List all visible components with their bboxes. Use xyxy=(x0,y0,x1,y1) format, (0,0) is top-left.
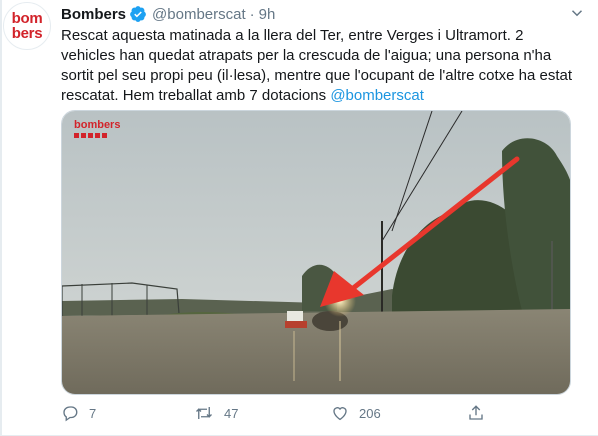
watermark-bar xyxy=(74,133,120,138)
retweet-count: 47 xyxy=(224,405,239,421)
reply-button[interactable]: 7 xyxy=(61,404,96,422)
header-separator: · xyxy=(249,5,255,23)
verified-badge-icon xyxy=(129,5,147,23)
reply-count: 7 xyxy=(89,405,97,421)
share-icon xyxy=(467,404,485,422)
tweet-photo[interactable]: bombers xyxy=(61,110,571,395)
tweet-body: Rescat aquesta matinada a la llera del T… xyxy=(61,27,573,104)
avatar[interactable]: bom bers xyxy=(3,2,51,50)
like-button[interactable]: 206 xyxy=(331,404,381,422)
heart-icon xyxy=(331,404,349,422)
retweet-button[interactable]: 47 xyxy=(194,404,238,422)
mention-link[interactable]: @bomberscat xyxy=(330,87,424,104)
avatar-logo-line2: bers xyxy=(11,25,43,42)
bombers-watermark-icon: bombers xyxy=(74,120,120,138)
like-count: 206 xyxy=(359,405,381,421)
tweet[interactable]: bom bers Bombers @bomberscat · 9h Rescat… xyxy=(0,0,598,436)
flooded-road-photo xyxy=(62,111,570,394)
reply-icon xyxy=(61,404,79,422)
author-handle[interactable]: @bomberscat xyxy=(152,6,246,23)
tweet-header: Bombers @bomberscat · 9h xyxy=(61,5,275,23)
tweet-time[interactable]: 9h xyxy=(259,6,276,23)
avatar-logo: bom bers xyxy=(4,11,50,41)
share-button[interactable] xyxy=(467,404,485,422)
tweet-text: Rescat aquesta matinada a la llera del T… xyxy=(61,26,581,106)
author-name[interactable]: Bombers xyxy=(61,6,126,23)
tweet-actions: 7 47 206 xyxy=(61,404,521,426)
retweet-icon xyxy=(194,404,214,422)
chevron-down-icon[interactable] xyxy=(568,4,586,27)
avatar-logo-line1: bom xyxy=(11,10,43,27)
watermark-text: bombers xyxy=(74,119,121,131)
thread-divider xyxy=(0,0,2,436)
